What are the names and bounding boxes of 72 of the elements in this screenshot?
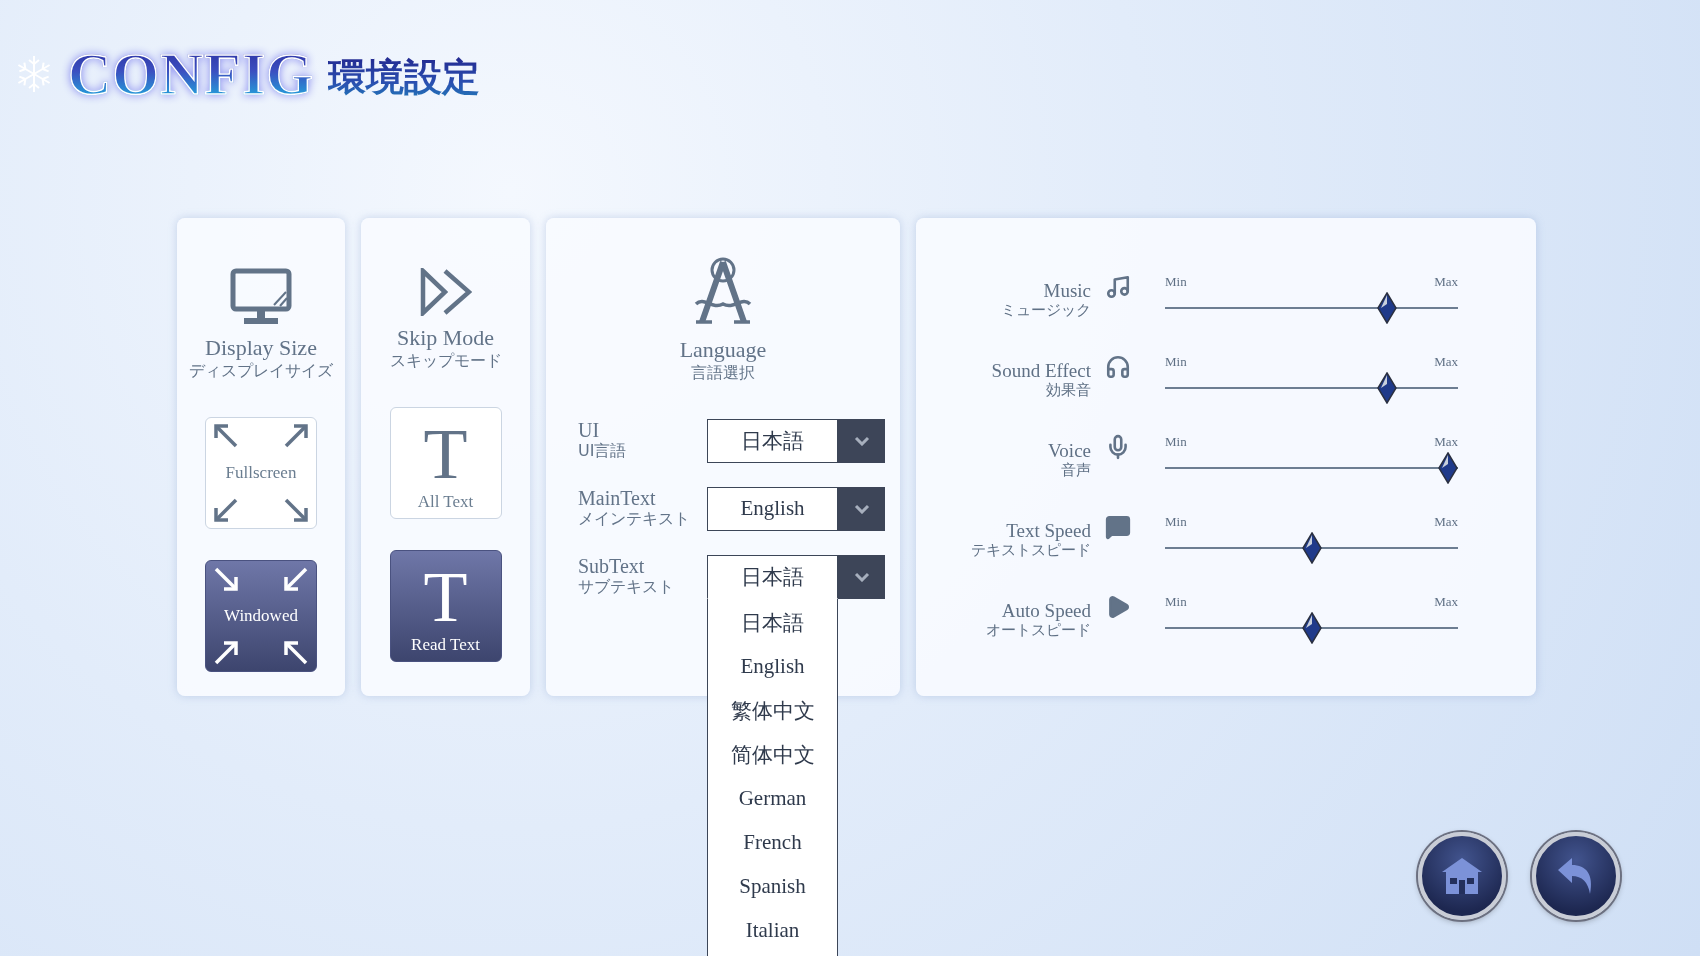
slider-sublabel: ミュージック: [1001, 301, 1091, 321]
panel-title: Skip Mode: [396, 326, 495, 351]
option-button[interactable]: T Read Text: [389, 549, 502, 662]
dropdown-button[interactable]: [838, 486, 885, 531]
min-label: Min: [1165, 274, 1187, 290]
letter-icon: T: [423, 564, 468, 630]
slider-sublabel: オートスピード: [986, 621, 1091, 641]
panel-title: Display Size: [205, 336, 317, 361]
dropdown-option[interactable]: French: [708, 820, 837, 865]
dropdown-option[interactable]: Italian: [708, 908, 837, 953]
setting-sublabel: サブテキスト: [578, 577, 675, 599]
max-label: Max: [1434, 594, 1458, 610]
dropdown-option[interactable]: 日本語: [708, 600, 837, 645]
headphones-icon: [1105, 354, 1131, 380]
max-label: Max: [1434, 434, 1458, 450]
arrows-icon: [214, 497, 308, 522]
slider-label: Sound Effect: [991, 359, 1091, 382]
panel-subtitle: ディスプレイサイズ: [189, 360, 333, 383]
slider-label: Music: [1043, 279, 1091, 302]
chevron-down-icon: [853, 503, 870, 514]
dropdown-option[interactable]: English: [708, 644, 837, 689]
slider-thumb[interactable]: [1376, 292, 1397, 324]
option-button[interactable]: Fullscreen: [205, 416, 317, 529]
option-button[interactable]: T All Text: [389, 406, 502, 519]
dropdown-button[interactable]: [838, 554, 885, 599]
dropdown-option[interactable]: German: [708, 776, 837, 821]
fast-forward-icon: [419, 268, 472, 316]
panel-subtitle: 言語選択: [691, 362, 755, 385]
slider-label: Auto Speed: [1001, 599, 1091, 622]
arrows-icon: [214, 566, 308, 591]
slider-sublabel: 音声: [1061, 461, 1091, 481]
min-label: Min: [1165, 354, 1187, 370]
slider-thumb[interactable]: [1376, 372, 1397, 404]
dropdown-option[interactable]: 繁体中文: [708, 688, 837, 733]
setting-sublabel: メインテキスト: [578, 509, 691, 531]
min-label: Min: [1165, 594, 1187, 610]
house-icon: [1440, 856, 1484, 896]
letter-icon: T: [423, 421, 468, 487]
min-label: Min: [1165, 514, 1187, 530]
setting-label: MainText: [578, 487, 657, 510]
slider-sublabel: テキストスピード: [971, 541, 1091, 561]
panel-title: Language: [679, 338, 767, 363]
home-button[interactable]: [1418, 832, 1506, 920]
setting-label: UI: [578, 419, 601, 442]
dropdown-option[interactable]: Spanish: [708, 864, 837, 909]
slider-thumb[interactable]: [1301, 532, 1322, 564]
dropdown-option[interactable]: 简体中文: [708, 732, 837, 777]
panel-subtitle: スキップモード: [389, 350, 502, 373]
arrows-icon: [214, 423, 308, 448]
chevron-down-icon: [853, 571, 870, 582]
slider-label: Voice: [1048, 439, 1091, 462]
option-button[interactable]: Windowed: [205, 559, 317, 672]
arrows-icon: [214, 640, 308, 665]
max-label: Max: [1434, 354, 1458, 370]
slider-sublabel: 効果音: [1046, 381, 1091, 401]
speech-bubble-icon: [1105, 514, 1131, 540]
back-button[interactable]: [1532, 832, 1620, 920]
dropdown-field[interactable]: English: [707, 486, 838, 531]
setting-label: SubText: [578, 555, 646, 578]
slider-thumb[interactable]: [1438, 452, 1458, 484]
max-label: Max: [1434, 514, 1458, 530]
dropdown-field[interactable]: 日本語: [707, 418, 838, 463]
music-note-icon: [1105, 274, 1131, 300]
max-label: Max: [1434, 274, 1458, 290]
chevron-down-icon: [853, 435, 870, 446]
slider-label: Text Speed: [1006, 519, 1091, 542]
min-label: Min: [1165, 434, 1187, 450]
dropdown-button[interactable]: [838, 418, 885, 463]
setting-sublabel: UI言語: [578, 441, 628, 463]
monitor-icon: [230, 268, 292, 326]
dropdown-field[interactable]: 日本語: [707, 554, 838, 599]
slider-thumb[interactable]: [1301, 612, 1322, 644]
